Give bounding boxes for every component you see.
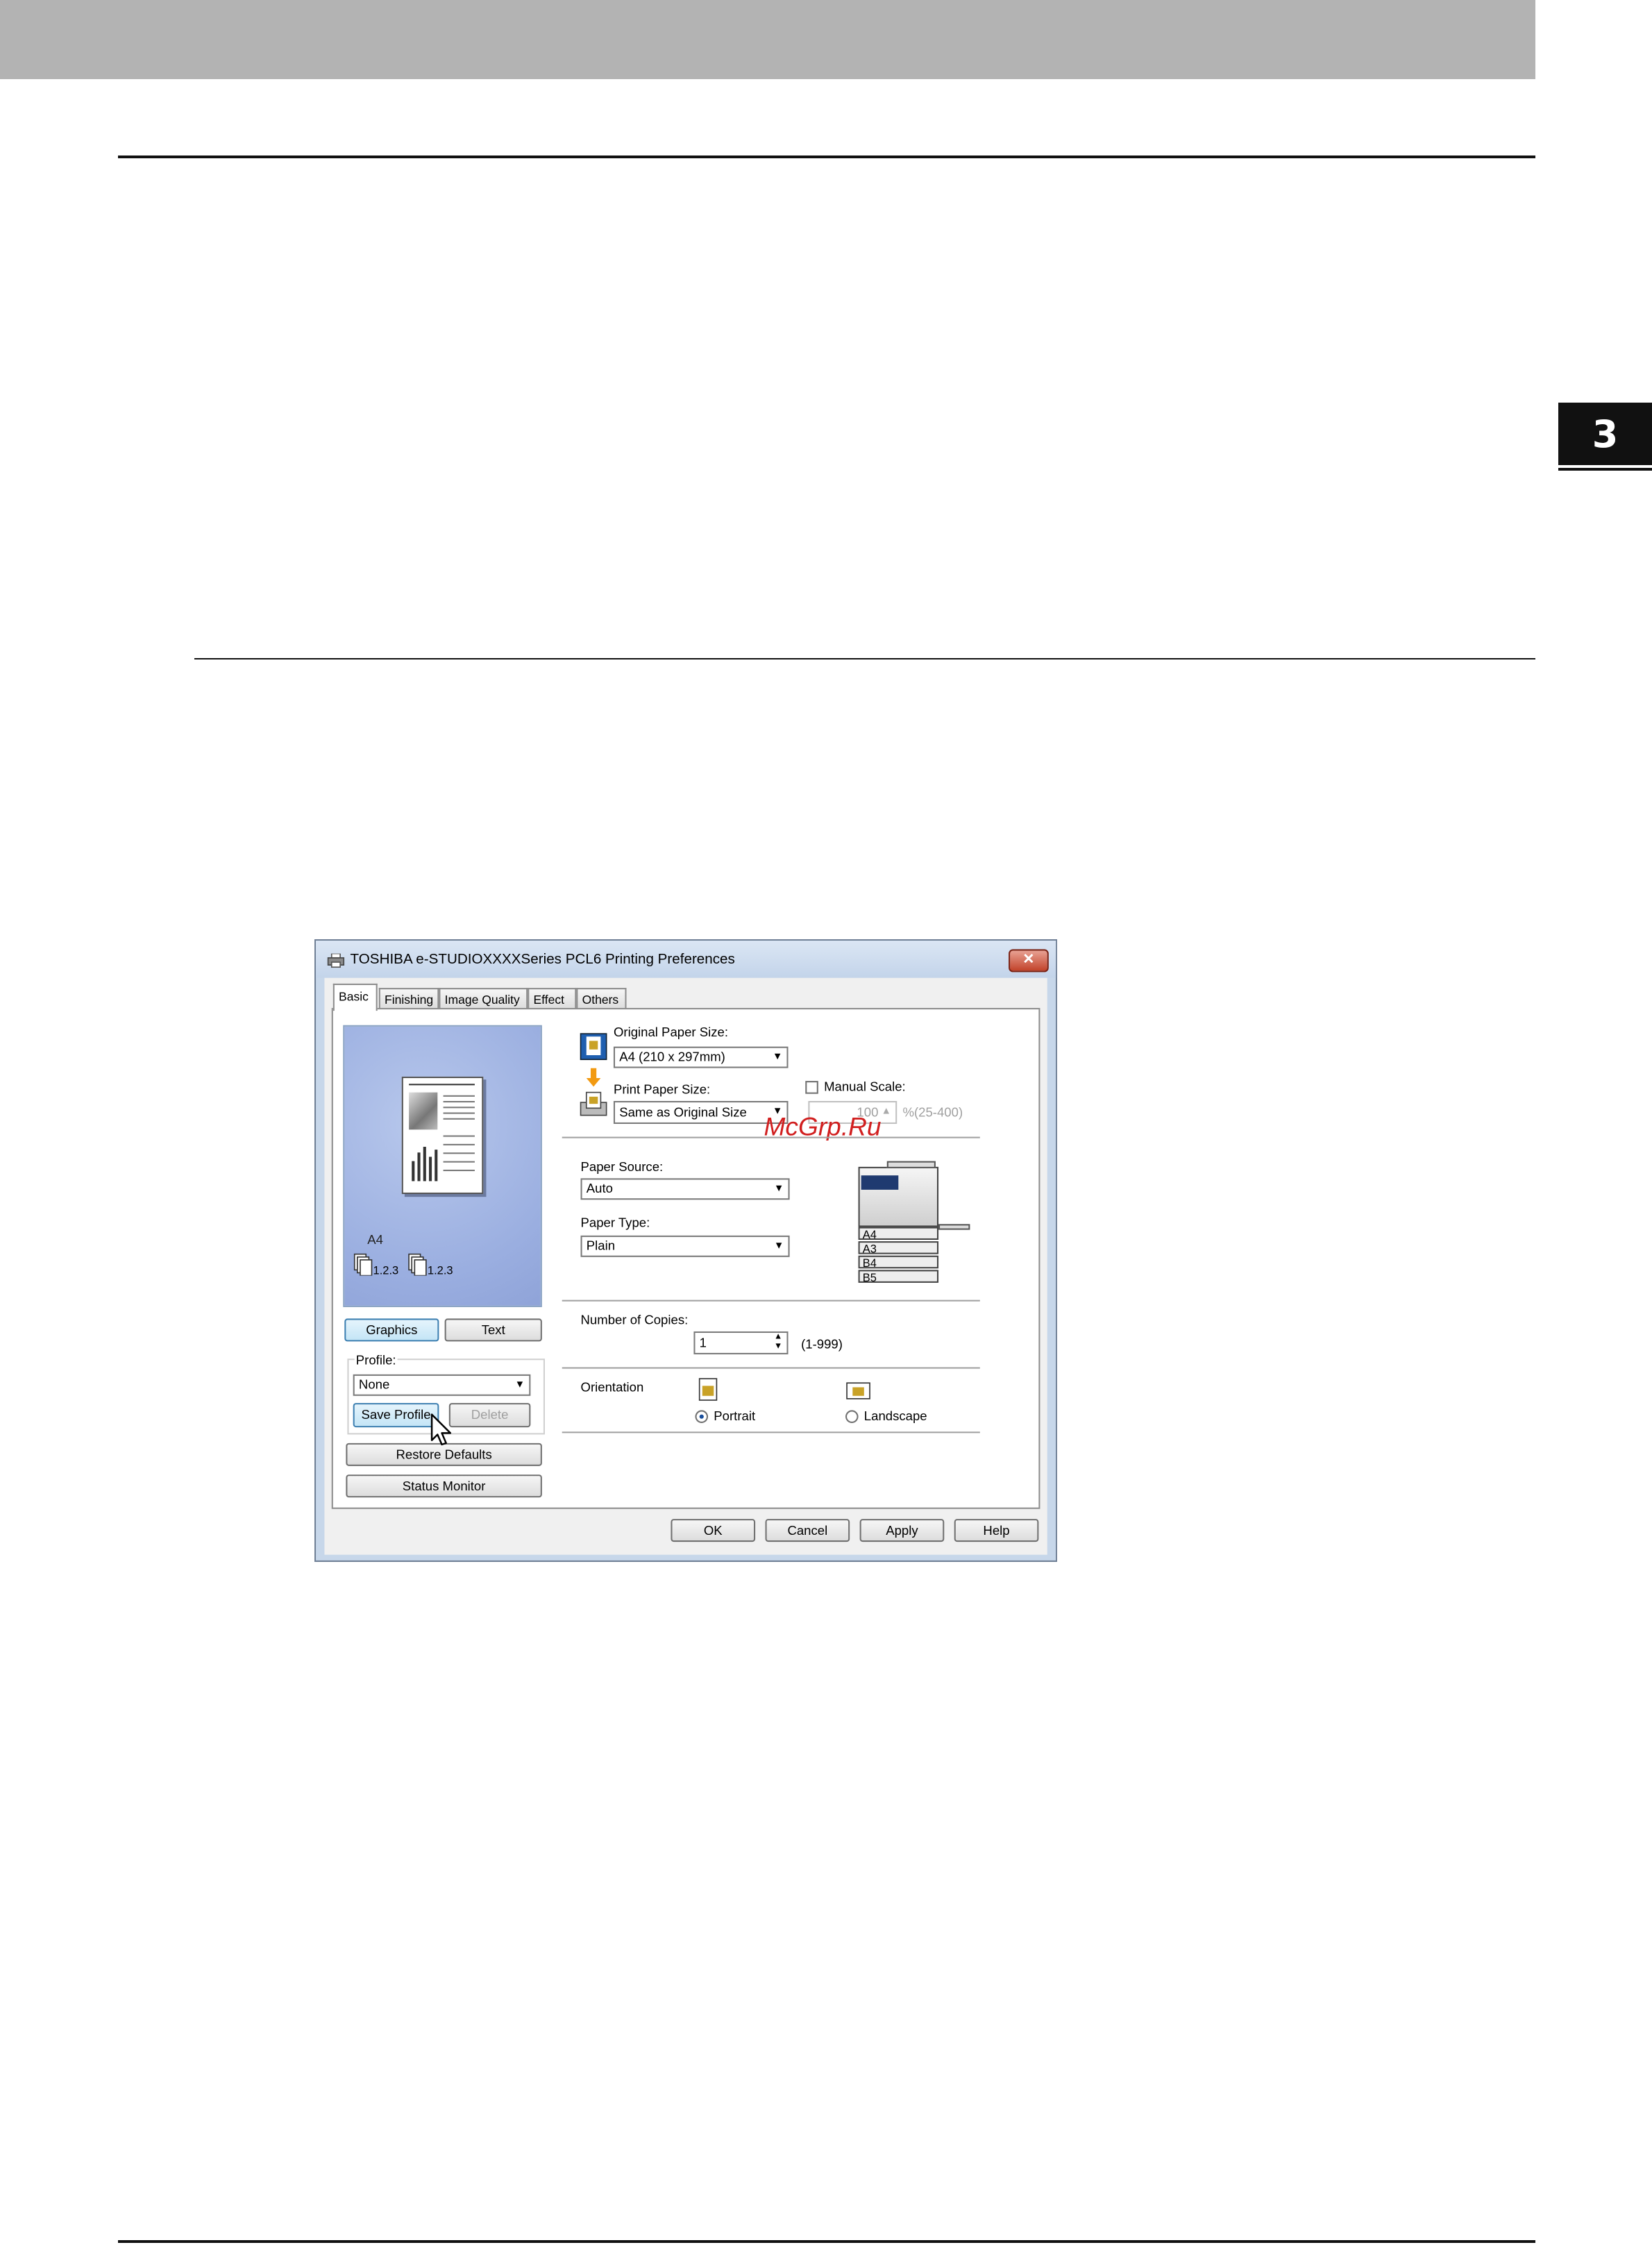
orientation-label: Orientation xyxy=(580,1380,644,1395)
copies-input[interactable]: 1 ▲ ▼ xyxy=(693,1331,789,1354)
bottom-rule xyxy=(118,2240,1535,2243)
paper-source-value: Auto xyxy=(586,1181,613,1196)
landscape-label: Landscape xyxy=(863,1409,927,1423)
tray-a3: A3 xyxy=(858,1241,939,1256)
spinner-icon: ▲ xyxy=(881,1107,891,1117)
separator xyxy=(562,1300,980,1302)
copies-range: (1-999) xyxy=(801,1337,843,1352)
paper-type-value: Plain xyxy=(586,1238,616,1253)
printer-illustration: A4 A3 B4 B5 xyxy=(858,1155,976,1287)
profile-value: None xyxy=(358,1377,390,1392)
collate-label-1: 1.2.3 xyxy=(373,1264,399,1277)
page-header-band xyxy=(0,0,1535,79)
separator xyxy=(562,1136,980,1138)
profile-label: Profile: xyxy=(354,1352,398,1368)
preview-paper-size: A4 xyxy=(367,1232,384,1247)
separator xyxy=(562,1431,980,1433)
close-icon: ✕ xyxy=(1022,952,1035,968)
print-paper-size-label: Print Paper Size: xyxy=(613,1082,711,1097)
portrait-label: Portrait xyxy=(714,1409,756,1423)
landscape-icon xyxy=(846,1382,870,1399)
graphics-view-button[interactable]: Graphics xyxy=(344,1318,439,1342)
cancel-button[interactable]: Cancel xyxy=(765,1519,850,1542)
help-button[interactable]: Help xyxy=(954,1519,1039,1542)
paper-source-select[interactable]: Auto ▼ xyxy=(580,1178,790,1200)
original-paper-size-label: Original Paper Size: xyxy=(613,1025,729,1040)
tray-a4: A4 xyxy=(858,1227,939,1241)
paper-type-select[interactable]: Plain ▼ xyxy=(580,1235,790,1257)
dropdown-arrow-icon: ▼ xyxy=(774,1241,784,1252)
original-paper-icon xyxy=(580,1033,607,1061)
copies-label: Number of Copies: xyxy=(580,1313,689,1327)
tab-others[interactable]: Others xyxy=(576,988,627,1010)
collate-label-2: 1.2.3 xyxy=(427,1264,453,1277)
manual-scale-label: Manual Scale: xyxy=(824,1079,906,1094)
collate-icon xyxy=(353,1253,373,1276)
printer-icon xyxy=(327,953,345,968)
print-paper-size-value: Same as Original Size xyxy=(619,1105,747,1120)
top-rule xyxy=(118,155,1535,158)
manual-scale-checkbox[interactable] xyxy=(805,1081,818,1094)
spinner-icon[interactable]: ▲ ▼ xyxy=(774,1333,782,1353)
tray-b5: B5 xyxy=(858,1270,939,1284)
close-button[interactable]: ✕ xyxy=(1009,949,1049,973)
dropdown-arrow-icon: ▼ xyxy=(514,1380,525,1390)
tab-basic[interactable]: Basic xyxy=(332,983,378,1011)
mouse-cursor-icon xyxy=(430,1413,452,1446)
paper-type-label: Paper Type: xyxy=(580,1215,650,1230)
dropdown-arrow-icon: ▼ xyxy=(774,1184,784,1195)
original-paper-size-value: A4 (210 x 297mm) xyxy=(619,1049,725,1064)
dialog-title: TOSHIBA e-STUDIOXXXXSeries PCL6 Printing… xyxy=(350,952,735,968)
delete-profile-button[interactable]: Delete xyxy=(448,1403,531,1428)
save-profile-button[interactable]: Save Profile xyxy=(353,1403,439,1428)
preview-page-thumbnail xyxy=(401,1076,484,1195)
paper-source-label: Paper Source: xyxy=(580,1159,664,1175)
original-paper-size-select[interactable]: A4 (210 x 297mm) ▼ xyxy=(613,1046,789,1068)
apply-button[interactable]: Apply xyxy=(859,1519,945,1542)
tab-finishing[interactable]: Finishing xyxy=(378,988,439,1010)
copies-value: 1 xyxy=(699,1336,707,1350)
dialog-screenshot: TOSHIBA e-STUDIOXXXXSeries PCL6 Printing… xyxy=(314,939,1057,1562)
portrait-icon xyxy=(698,1378,718,1401)
section-rule xyxy=(194,658,1535,659)
print-paper-size-select[interactable]: Same as Original Size ▼ xyxy=(613,1101,789,1124)
text-view-button[interactable]: Text xyxy=(444,1318,542,1342)
tab-effect[interactable]: Effect xyxy=(528,988,577,1010)
dropdown-arrow-icon: ▼ xyxy=(772,1052,783,1063)
manual-scale-range: %(25-400) xyxy=(902,1105,963,1120)
profile-select[interactable]: None ▼ xyxy=(353,1374,531,1396)
title-bar[interactable]: TOSHIBA e-STUDIOXXXXSeries PCL6 Printing… xyxy=(316,941,1056,978)
printing-preferences-dialog: TOSHIBA e-STUDIOXXXXSeries PCL6 Printing… xyxy=(314,939,1057,1562)
status-monitor-button[interactable]: Status Monitor xyxy=(346,1474,542,1498)
tab-image-quality[interactable]: Image Quality xyxy=(439,988,528,1010)
chapter-tab-underline xyxy=(1558,468,1652,471)
separator xyxy=(562,1367,980,1369)
chapter-tab: 3 xyxy=(1558,403,1652,465)
landscape-radio[interactable] xyxy=(845,1410,859,1423)
print-paper-icon xyxy=(580,1091,607,1116)
portrait-radio[interactable] xyxy=(695,1410,709,1423)
tray-b4: B4 xyxy=(858,1255,939,1270)
arrow-down-icon xyxy=(586,1068,601,1087)
ok-button[interactable]: OK xyxy=(671,1519,756,1542)
collate-icon xyxy=(408,1253,427,1276)
